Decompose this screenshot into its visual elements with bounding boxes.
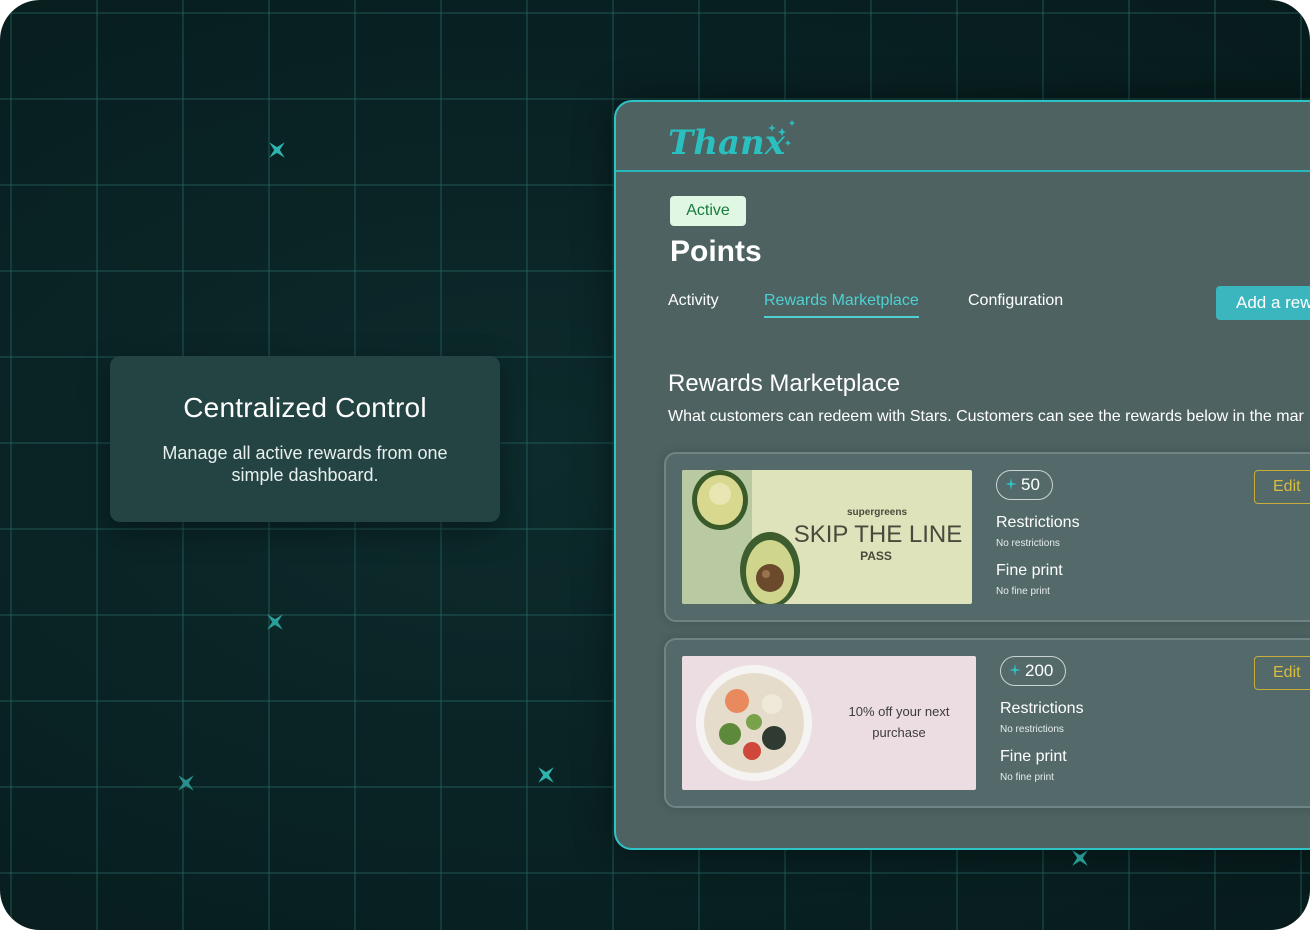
reward-card[interactable]: 10% off your next purchase 200 Restricti… (664, 638, 1310, 808)
sparkle-icon (178, 775, 194, 791)
star-icon (1009, 664, 1021, 677)
svg-text:10% off your next: 10% off your next (849, 704, 950, 719)
svg-text:SKIP THE LINE: SKIP THE LINE (794, 521, 963, 548)
restrictions-value: No restrictions (996, 538, 1060, 549)
sparkle-icon (267, 614, 283, 630)
panel-header: Thanx (616, 102, 1310, 172)
cost-value: 50 (1021, 475, 1040, 494)
tab-configuration[interactable]: Configuration (968, 292, 1063, 310)
fine-print-label: Fine print (1000, 748, 1067, 765)
svg-text:supergreens: supergreens (847, 507, 907, 518)
add-reward-button[interactable]: Add a rew (1216, 286, 1310, 320)
reward-image: supergreens SKIP THE LINE PASS (682, 470, 972, 604)
tab-rewards-marketplace[interactable]: Rewards Marketplace (764, 292, 919, 318)
salad-bowl-icon (696, 665, 812, 781)
thanx-logo[interactable]: Thanx (668, 118, 808, 167)
fine-print-label: Fine print (996, 562, 1063, 579)
section-description: What customers can redeem with Stars. Cu… (668, 408, 1304, 425)
background-stage: Centralized Control Manage all active re… (0, 0, 1310, 930)
dashboard-panel: Thanx Active Points Activity Rewards Mar… (614, 100, 1310, 850)
edit-button[interactable]: Edit (1254, 470, 1310, 504)
tab-activity[interactable]: Activity (668, 292, 719, 310)
restrictions-label: Restrictions (1000, 700, 1084, 717)
feature-title: Centralized Control (183, 392, 427, 423)
edit-button[interactable]: Edit (1254, 656, 1310, 690)
avocado-icon (692, 470, 748, 530)
fine-print-value: No fine print (1000, 772, 1054, 783)
sparkle-icon (269, 142, 285, 158)
status-badge: Active (670, 196, 746, 226)
reward-image: 10% off your next purchase (682, 656, 976, 790)
sparkle-icon (538, 767, 554, 783)
restrictions-label: Restrictions (996, 514, 1080, 531)
feature-card: Centralized Control Manage all active re… (110, 356, 500, 522)
star-icon (1005, 478, 1017, 491)
section-title: Rewards Marketplace (668, 370, 901, 397)
sparkle-icon (1072, 850, 1088, 866)
svg-text:purchase: purchase (872, 725, 925, 740)
svg-text:PASS: PASS (860, 549, 892, 563)
reward-card[interactable]: supergreens SKIP THE LINE PASS 50 Restri… (664, 452, 1310, 622)
feature-description: Manage all active rewards from one simpl… (162, 443, 448, 485)
logo-graphic: Thanx (668, 120, 795, 163)
logo-text: Thanx (668, 123, 786, 162)
cost-pill: 50 (996, 470, 1053, 500)
cost-value: 200 (1025, 661, 1054, 680)
cost-pill: 200 (1000, 656, 1067, 686)
restrictions-value: No restrictions (1000, 724, 1064, 735)
page-title: Points (670, 235, 762, 268)
fine-print-value: No fine print (996, 586, 1050, 597)
